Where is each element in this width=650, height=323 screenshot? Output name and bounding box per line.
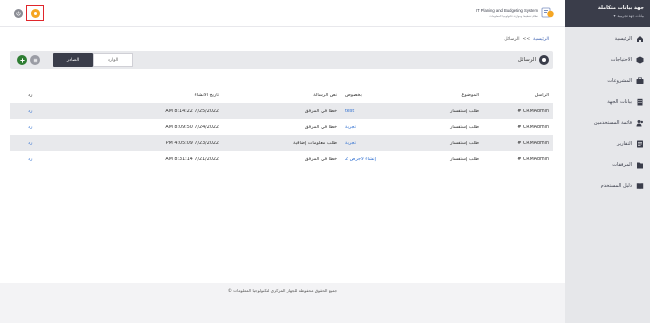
sidebar-item-label: المرفقات — [612, 161, 632, 168]
sidebar-item-attachments[interactable]: المرفقات — [565, 154, 650, 175]
table-row[interactable]: CRMAdmin # طلب إستفسار إنشاء لاجرص 2 خطأ… — [10, 151, 553, 167]
cell-message-text: خطأ في المرفق — [304, 156, 337, 162]
tab-outbox[interactable]: الصادر — [53, 53, 93, 67]
reports-icon — [636, 140, 644, 148]
reply-link[interactable]: رد — [10, 157, 61, 162]
cell-sender: CRMAdmin # — [517, 140, 549, 146]
reply-link[interactable]: رد — [10, 141, 61, 146]
sidebar-item-label: قائمة المستخدمين — [593, 120, 632, 126]
table-row[interactable]: CRMAdmin # طلب إستفسار test خطأ في المرف… — [10, 103, 553, 119]
header-message-text: نص الرسالة — [313, 92, 337, 98]
page-title: الرسائل — [517, 57, 536, 63]
cell-sender: CRMAdmin # — [517, 156, 549, 162]
title-actions — [17, 55, 40, 65]
system-title: IT Planing and Budgeting System — [475, 8, 538, 13]
table-row[interactable]: CRMAdmin # طلب إستفسار تجربة خطأ في المر… — [10, 119, 553, 135]
sidebar-item-label: الرئيسية — [614, 36, 632, 43]
org-subtitle: بيانات جهة تجريبية▾ — [571, 13, 644, 18]
breadcrumb: الرئيسية >> الرسائل — [504, 37, 549, 42]
system-subtitle: نظام تخطيط وموازنة تكنولوجيا المعلومات — [489, 14, 538, 18]
logo-icon — [541, 7, 554, 18]
message-tabs: الصادر الوارد — [53, 53, 133, 67]
reply-link[interactable]: رد — [10, 125, 61, 130]
cell-created-date: 7/21/2022 8:31:14 AM — [165, 156, 219, 162]
header-sender: الراسل — [534, 92, 549, 98]
sidebar-item-reports[interactable]: التقارير — [565, 133, 650, 154]
reply-link[interactable]: رد — [10, 109, 61, 114]
sidebar-item-needs[interactable]: الاحتياجات — [565, 50, 650, 71]
header-topic: الموضوع — [461, 92, 479, 98]
sidebar-item-users[interactable]: قائمة المستخدمين — [565, 113, 650, 134]
logout-button[interactable] — [14, 8, 23, 18]
sidebar-item-org-data[interactable]: بيانات الجهة — [565, 92, 650, 113]
cell-topic: طلب إستفسار — [450, 108, 479, 114]
breadcrumb-home-link[interactable]: الرئيسية — [533, 37, 549, 42]
cell-topic: طلب إستفسار — [450, 124, 479, 130]
attachments-icon — [636, 161, 644, 169]
sidebar-item-home[interactable]: الرئيسية — [565, 29, 650, 50]
user-menu-button[interactable] — [26, 5, 44, 21]
cell-message-text: خطأ في المرفق — [304, 108, 337, 114]
list-view-button[interactable] — [30, 55, 40, 65]
user-avatar-icon — [30, 8, 40, 18]
home-icon — [636, 35, 644, 43]
breadcrumb-separator: >> — [522, 37, 531, 42]
cube-icon — [636, 56, 644, 64]
messages-title-bar: الرسائل الصادر الوارد — [10, 51, 553, 69]
add-message-button[interactable] — [17, 55, 27, 65]
page-title-group: الرسائل — [518, 55, 549, 65]
cell-message-text: طلب معلومات إضافية — [293, 140, 337, 146]
org-subtitle-text: بيانات جهة تجريبية — [617, 14, 644, 18]
cell-sender: CRMAdmin # — [517, 108, 549, 114]
users-icon — [636, 119, 644, 127]
sidebar-item-projects[interactable]: المشروعات — [565, 71, 650, 92]
content-panel: الرئيسية >> الرسائل الرسائل الصادر الوار… — [0, 27, 565, 283]
cell-regarding-link[interactable]: تجربة — [341, 125, 403, 130]
sidebar-item-label: بيانات الجهة — [607, 99, 632, 106]
header-created-date: تاريخ الانشاء — [194, 92, 219, 98]
sidebar-item-label: المشروعات — [607, 78, 632, 85]
cell-regarding-link[interactable]: إنشاء لاجرص 2 — [341, 157, 403, 162]
sidebar-item-label: الاحتياجات — [610, 57, 632, 64]
breadcrumb-current: الرسائل — [504, 37, 520, 42]
book-icon — [636, 182, 644, 190]
cell-created-date: 7/24/2022 8:09:50 AM — [165, 124, 219, 130]
main-area: الرئيسية >> الرسائل الرسائل الصادر الوار… — [0, 27, 565, 323]
cell-topic: طلب إستفسار — [450, 140, 479, 146]
cell-created-date: 7/25/2022 8:14:22 AM — [165, 108, 219, 114]
sidebar-item-user-guide[interactable]: دليل المستخدم — [565, 175, 650, 196]
cell-regarding-link[interactable]: تجربة — [341, 141, 403, 146]
chevron-down-icon: ▾ — [613, 13, 616, 18]
cell-regarding-link[interactable]: test — [341, 109, 403, 114]
cell-created-date: 7/23/2022 4:05:09 PM — [165, 140, 219, 146]
cell-topic: طلب إستفسار — [450, 156, 479, 162]
top-bar: IT Planing and Budgeting System نظام تخط… — [0, 0, 565, 27]
list-icon — [33, 58, 37, 62]
sidebar: جهة بيانات متكاملة بيانات جهة تجريبية▾ ا… — [565, 0, 650, 323]
system-logo: IT Planing and Budgeting System نظام تخط… — [476, 6, 555, 20]
org-name: جهة بيانات متكاملة — [597, 5, 644, 11]
table-row[interactable]: CRMAdmin # طلب إستفسار تجربة طلب معلومات… — [10, 135, 553, 151]
top-left-controls — [14, 5, 44, 21]
header-regarding: بخصوص — [345, 92, 362, 98]
messages-table: الراسل الموضوع بخصوص نص الرسالة تاريخ ال… — [10, 87, 553, 167]
table-header: الراسل الموضوع بخصوص نص الرسالة تاريخ ال… — [10, 87, 553, 103]
cell-message-text: خطأ في المرفق — [304, 124, 337, 130]
tab-inbox[interactable]: الوارد — [93, 53, 133, 67]
building-icon — [636, 98, 644, 106]
sidebar-item-label: دليل المستخدم — [600, 182, 632, 189]
messages-icon — [539, 55, 549, 65]
copyright-text: جميع الحقوق محفوظة للجهاز المركزي لتكنول… — [227, 288, 338, 293]
power-icon — [16, 11, 21, 15]
cell-sender: CRMAdmin # — [517, 124, 549, 130]
plus-icon — [19, 57, 25, 63]
footer: جميع الحقوق محفوظة للجهاز المركزي لتكنول… — [0, 283, 565, 323]
sidebar-item-label: التقارير — [616, 140, 632, 147]
header-reply: رد — [28, 92, 33, 98]
projects-icon — [636, 77, 644, 85]
sidebar-org-header[interactable]: جهة بيانات متكاملة بيانات جهة تجريبية▾ — [565, 0, 650, 27]
sidebar-nav: الرئيسية الاحتياجات المشروعات بيانات الج… — [565, 29, 650, 196]
